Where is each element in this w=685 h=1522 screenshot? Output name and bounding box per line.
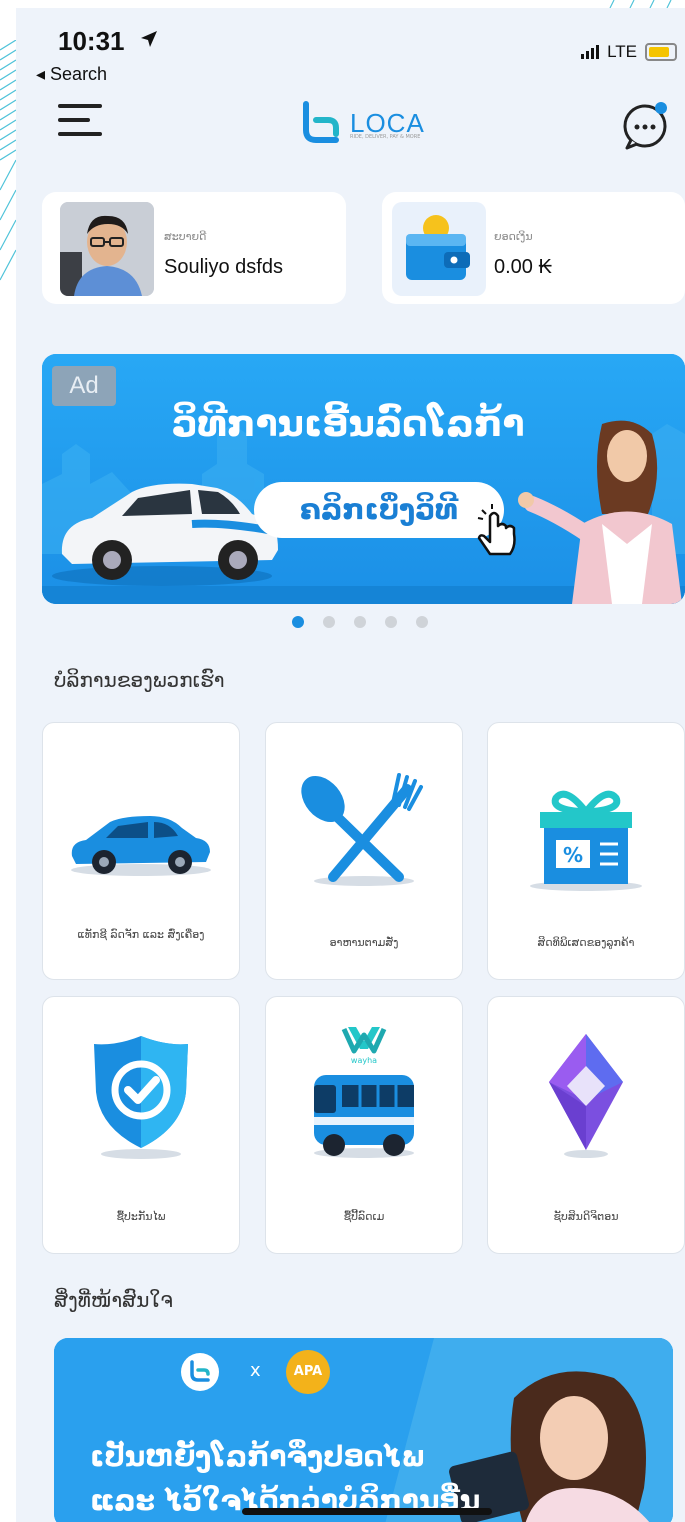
- interest-promo-card[interactable]: x APA ເປັນຫຍັງໂລກ້າຈຶ່ງປອດໄພ ແລະ ໄວ້ໃຈໄດ…: [54, 1338, 673, 1522]
- gift-icon: %: [488, 777, 684, 897]
- pagination-dot[interactable]: [354, 616, 366, 628]
- chat-bubble-icon[interactable]: [621, 100, 671, 150]
- service-label: ອາຫານຕາມສັ່ງ: [329, 936, 399, 949]
- service-tile-food[interactable]: ອາຫານຕາມສັ່ງ: [265, 722, 463, 980]
- balance-label: ຍອດເງິນ: [494, 230, 533, 243]
- pagination-dot[interactable]: [416, 616, 428, 628]
- services-section-title: ບໍລິການຂອງພວກເຮົາ: [54, 668, 225, 692]
- pagination-dot-active[interactable]: [292, 616, 304, 628]
- banner-cta-button[interactable]: ຄລິກເບິ່ງວິທີ: [254, 482, 504, 538]
- hamburger-menu-button[interactable]: [58, 104, 102, 138]
- service-tile-digital-assets[interactable]: ຊັບສິນດິຈິຕອນ: [487, 996, 685, 1254]
- menu-line: [58, 118, 90, 122]
- service-label: ແທັກຊີ ລົດຈັກ ແລະ ສົ່ງເຄື່ອງ: [77, 928, 205, 941]
- avatar: [60, 202, 154, 296]
- loca-badge-icon: [181, 1353, 219, 1391]
- status-time: 10:31: [58, 26, 125, 56]
- service-tile-rewards[interactable]: % ສິດທິພິເສດຂອງລູກຄ້າ: [487, 722, 685, 980]
- app-screen: 10:31 ◂ Search LTE LOCA RIDE, DELIVER, P…: [16, 8, 685, 1522]
- service-tile-insurance[interactable]: ຊື້ປະກັນໄພ: [42, 996, 240, 1254]
- location-arrow-icon: [141, 31, 157, 47]
- banner-title: ວິທີການເອີ້ນລົດໂລກ້າ: [172, 404, 525, 445]
- service-tile-taxi[interactable]: ແທັກຊີ ລົດຈັກ ແລະ ສົ່ງເຄື່ອງ: [42, 722, 240, 980]
- interest-section-title: ສິ່ງທີ່ໜ້າສົນໃຈ: [54, 1288, 173, 1312]
- banner-pagination[interactable]: [292, 616, 428, 628]
- menu-line: [58, 132, 102, 136]
- service-label: ຊື້ປີ້ລົດເມ: [343, 1210, 385, 1223]
- balance-value: 0.00 ₭: [494, 256, 552, 278]
- promo-headline-1: ເປັນຫຍັງໂລກ້າຈຶ່ງປອດໄພ: [90, 1440, 426, 1473]
- loca-logo-icon: [303, 101, 339, 143]
- wallet-icon-container: [392, 202, 486, 296]
- service-label: ສິດທິພິເສດຂອງລູກຄ້າ: [537, 936, 635, 949]
- service-label: ຊື້ປະກັນໄພ: [116, 1210, 166, 1223]
- battery-icon: [645, 43, 677, 61]
- pagination-dot[interactable]: [385, 616, 397, 628]
- avatar-photo: [60, 202, 154, 296]
- home-indicator: [242, 1508, 492, 1515]
- promo-banner[interactable]: Ad ວິທີການເອີ້ນລົດໂລກ້າ ຄລິກເບິ່ງວິທີ: [42, 354, 685, 604]
- back-to-search-link[interactable]: ◂ Search: [36, 64, 107, 85]
- bus-icon: wayha: [266, 1027, 462, 1158]
- service-label: ຊັບສິນດິຈິຕອນ: [553, 1210, 619, 1223]
- pointer-hand-icon: [477, 504, 516, 556]
- user-name: Souliyo dsfds: [164, 256, 283, 278]
- profile-card[interactable]: ສະບາຍດີ Souliyo dsfds: [42, 192, 346, 304]
- apa-partner-logo: APA: [286, 1350, 330, 1394]
- service-tile-bus[interactable]: wayha ຊື້ປີ້ລົດເມ: [265, 996, 463, 1254]
- network-type: LTE: [607, 42, 637, 61]
- loca-logo: LOCA RIDE, DELIVER, PAY & MORE: [298, 100, 425, 146]
- wallet-icon: [406, 215, 470, 280]
- decorative-stripes-top: [609, 0, 672, 8]
- ad-badge: Ad: [52, 366, 116, 406]
- signal-icon: [581, 45, 600, 59]
- diamond-icon: [488, 1034, 684, 1158]
- shield-check-icon: [43, 1036, 239, 1159]
- logo-tagline: RIDE, DELIVER, PAY & MORE: [350, 134, 421, 140]
- pagination-dot[interactable]: [323, 616, 335, 628]
- car-icon: [43, 783, 239, 903]
- banner-background: [42, 354, 685, 604]
- decorative-stripes: [0, 40, 16, 281]
- status-indicators: LTE: [581, 42, 677, 62]
- menu-line: [58, 104, 102, 108]
- svg-text:%: %: [563, 843, 583, 867]
- greeting-label: ສະບາຍດີ: [164, 230, 207, 243]
- food-icon: [266, 769, 462, 889]
- times-mark: x: [250, 1360, 261, 1381]
- svg-text:wayha: wayha: [351, 1056, 377, 1065]
- wallet-card[interactable]: ຍອດເງິນ 0.00 ₭: [382, 192, 685, 304]
